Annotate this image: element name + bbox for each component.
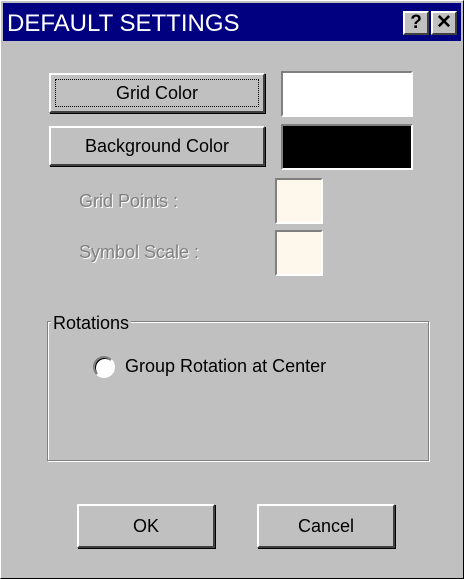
help-button[interactable]: ? <box>403 11 429 35</box>
symbol-scale-field <box>275 230 323 276</box>
cancel-button[interactable]: Cancel <box>257 504 395 548</box>
title-bar[interactable]: DEFAULT SETTINGS ? ✕ <box>3 3 461 41</box>
help-icon: ? <box>410 12 422 33</box>
background-color-swatch[interactable] <box>281 124 413 170</box>
group-rotation-radio-label[interactable]: Group Rotation at Center <box>125 356 326 377</box>
close-icon: ✕ <box>436 12 452 33</box>
rotations-group-label: Rotations <box>51 313 132 334</box>
ok-button-label: OK <box>132 515 159 536</box>
focus-ring <box>55 79 259 107</box>
group-rotation-radio[interactable] <box>93 356 115 378</box>
close-button[interactable]: ✕ <box>431 11 457 35</box>
grid-points-field <box>275 178 323 224</box>
grid-color-button[interactable]: Grid Color <box>49 73 265 113</box>
symbol-scale-label: Symbol Scale : <box>79 242 200 262</box>
grid-color-swatch[interactable] <box>281 71 413 117</box>
cancel-button-label: Cancel <box>297 515 355 536</box>
default-settings-dialog: DEFAULT SETTINGS ? ✕ Grid Color Backgrou… <box>0 0 464 579</box>
ok-button[interactable]: OK <box>77 504 215 548</box>
dialog-title: DEFAULT SETTINGS <box>7 10 240 37</box>
background-color-button-label: Background Color <box>84 135 230 156</box>
rotations-groupbox <box>47 321 429 461</box>
background-color-button[interactable]: Background Color <box>49 126 265 166</box>
grid-points-label: Grid Points : <box>79 191 179 211</box>
